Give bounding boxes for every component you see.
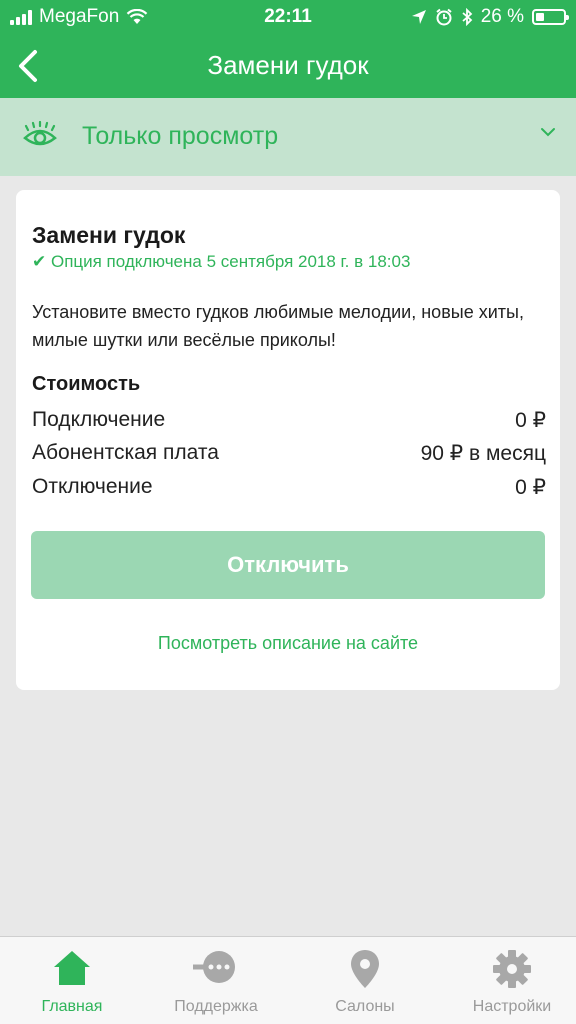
option-status: ✔ Опция подключена 5 сентября 2018 г. в … bbox=[32, 252, 411, 271]
disconnect-button[interactable]: Отключить bbox=[31, 531, 545, 599]
cost-value: 0 ₽ bbox=[515, 476, 546, 499]
location-pin-icon bbox=[351, 950, 379, 988]
cost-value: 90 ₽ в месяц bbox=[420, 442, 546, 465]
cost-name: Отключение bbox=[32, 475, 153, 498]
option-title: Замени гудок bbox=[32, 222, 186, 248]
cost-name: Абонентская плата bbox=[32, 441, 219, 464]
home-icon bbox=[54, 951, 90, 985]
tab-label: Поддержка bbox=[174, 998, 258, 1015]
tab-label: Салоны bbox=[335, 998, 395, 1015]
battery-percent: 26 % bbox=[480, 6, 524, 27]
cost-value: 0 ₽ bbox=[515, 409, 546, 432]
alarm-icon bbox=[436, 8, 452, 26]
view-on-site-link[interactable]: Посмотреть описание на сайте bbox=[16, 633, 560, 654]
location-arrow-icon bbox=[411, 10, 426, 24]
tab-home[interactable]: Главная bbox=[0, 937, 144, 1024]
view-mode-dropdown[interactable]: Только просмотр bbox=[0, 98, 576, 176]
cost-heading: Стоимость bbox=[32, 373, 141, 395]
view-mode-label: Только просмотр bbox=[82, 122, 279, 150]
page-title: Замени гудок bbox=[207, 50, 369, 80]
chevron-down-icon bbox=[541, 128, 555, 137]
eye-icon bbox=[23, 120, 57, 146]
option-card: Замени гудок ✔ Опция подключена 5 сентяб… bbox=[16, 190, 560, 690]
status-bar: MegaFon 22:11 26 % bbox=[0, 0, 576, 34]
cost-name: Подключение bbox=[32, 408, 166, 431]
option-description: Установите вместо гудков любимые мелодии… bbox=[32, 302, 524, 350]
bluetooth-icon bbox=[462, 8, 473, 26]
tab-salons[interactable]: Салоны bbox=[293, 937, 437, 1024]
tab-support[interactable]: Поддержка bbox=[144, 937, 288, 1024]
chat-icon bbox=[193, 951, 235, 983]
gear-icon bbox=[493, 950, 531, 988]
tab-bar: Главная Поддержка Салоны Настройки bbox=[0, 936, 576, 1024]
tab-label: Главная bbox=[41, 998, 103, 1015]
navigation-bar: Замени гудок bbox=[0, 34, 576, 98]
tab-settings[interactable]: Настройки bbox=[440, 937, 576, 1024]
battery-icon bbox=[532, 9, 569, 25]
tab-label: Настройки bbox=[472, 998, 552, 1015]
